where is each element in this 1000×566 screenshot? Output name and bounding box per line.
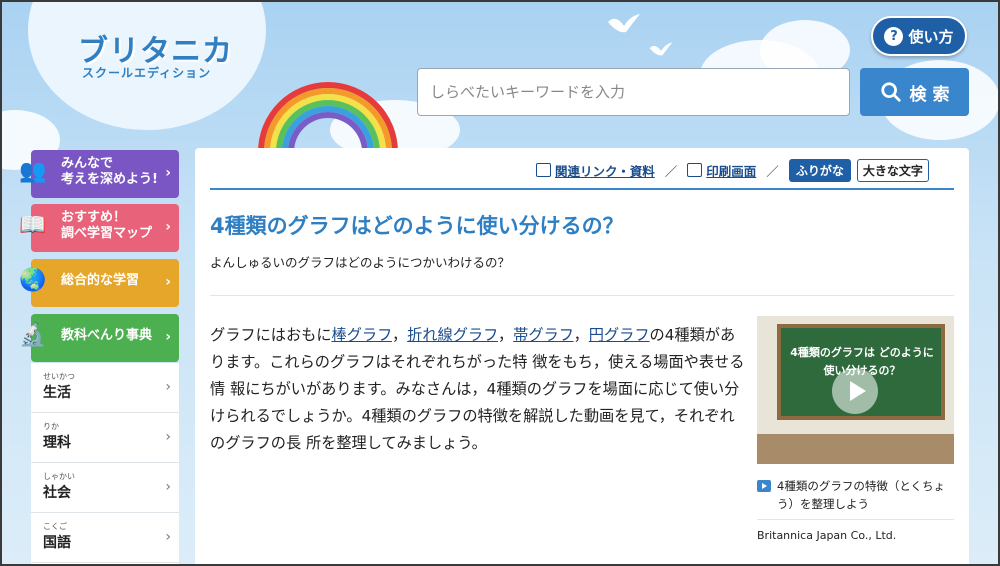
book-icon: 📖 — [19, 213, 47, 238]
sidebar-card-discussion[interactable]: 👥 みんなで 考えを深めよう! › — [19, 150, 179, 198]
article-body: グラフにはおもに棒グラフ，折れ線グラフ，帯グラフ，円グラフの4種類があります。こ… — [210, 326, 745, 452]
video-credit: Britannica Japan Co., Ltd. — [757, 529, 897, 542]
search-icon — [880, 82, 901, 102]
link-line-graph[interactable]: 折れ線グラフ — [407, 326, 498, 344]
search-button[interactable]: 検 索 — [860, 68, 969, 116]
title-divider — [210, 188, 954, 190]
item-ruby: りか — [43, 422, 59, 431]
chevron-right-icon: › — [165, 529, 171, 545]
link-band-graph[interactable]: 帯グラフ — [513, 326, 573, 344]
body-text-intro: グラフにはおもに — [210, 326, 332, 344]
caption-divider — [757, 519, 954, 520]
furigana-toggle[interactable]: ふりがな — [788, 158, 851, 182]
video-player[interactable]: 4種類のグラフは どのように使い分けるの？ — [757, 316, 954, 464]
separator: ／ — [766, 163, 779, 179]
people-icon: 👥 — [19, 159, 47, 184]
globe-icon: 🌏 — [19, 268, 47, 293]
play-icon[interactable] — [832, 368, 878, 414]
item-ruby: しゃかい — [43, 472, 75, 481]
chevron-right-icon: › — [165, 219, 171, 235]
item-ruby: こくご — [43, 522, 67, 531]
separator: ／ — [664, 163, 678, 179]
sidebar-item-science[interactable]: りか 理科 › — [31, 413, 179, 463]
document-icon — [536, 163, 551, 177]
caption-text: 4種類のグラフの特徴（とくちょう）を整理しよう — [777, 479, 945, 512]
sidebar-card-subject-dictionary[interactable]: 🔬 教科べんり事典 › — [19, 314, 179, 362]
article-toolbar: 関連リンク・資料 ／ 印刷画面 ／ ふりがな 大きな文字 — [536, 158, 929, 182]
link-pie-graph[interactable]: 円グラフ — [589, 326, 650, 344]
bird-icon — [606, 12, 642, 47]
card-line2: 調べ学習マップ — [61, 226, 153, 242]
sidebar-item-japanese[interactable]: こくご 国語 › — [31, 513, 179, 563]
sidebar-card-integrated-study[interactable]: 🌏 総合的な学習 › — [19, 259, 179, 307]
bird-icon — [648, 38, 674, 68]
item-label: 生活 — [43, 385, 71, 401]
print-icon — [687, 163, 703, 177]
sidebar-item-life[interactable]: せいかつ 生活 › — [31, 363, 179, 413]
page-title: 4種類のグラフはどのように使い分けるの？ — [210, 214, 624, 238]
item-label: 国語 — [43, 535, 71, 551]
sidebar-card-research-map[interactable]: 📖 おすすめ！ 調べ学習マップ › — [19, 204, 179, 252]
microscope-icon: 🔬 — [19, 323, 47, 348]
search-input[interactable] — [417, 68, 850, 116]
large-text-toggle[interactable]: 大きな文字 — [856, 158, 929, 182]
link-bar-graph[interactable]: 棒グラフ — [332, 326, 392, 344]
related-links-button[interactable]: 関連リンク・資料 — [536, 161, 655, 180]
page-subtitle: よんしゅるいのグラフはどのようにつかいわけるの？ — [210, 255, 511, 270]
chevron-right-icon: › — [165, 274, 171, 290]
video-caption[interactable]: 4種類のグラフの特徴（とくちょう）を整理しよう — [757, 477, 954, 514]
chevron-right-icon: › — [165, 479, 171, 495]
item-label: 社会 — [43, 485, 71, 501]
question-icon: ? — [884, 26, 904, 46]
section-divider — [210, 295, 954, 296]
help-label: 使い方 — [908, 27, 954, 46]
help-button[interactable]: ? 使い方 — [871, 16, 967, 56]
card-line1: みんなで — [61, 156, 114, 171]
item-ruby: せいかつ — [43, 372, 75, 381]
rainbow-decoration — [258, 82, 398, 152]
related-label: 関連リンク・資料 — [555, 163, 655, 179]
logo-subtitle[interactable]: スクールエディション — [82, 64, 211, 81]
card-line1: 教科べんり事典 — [61, 328, 153, 343]
print-label: 印刷画面 — [706, 163, 757, 179]
chevron-right-icon: › — [165, 429, 171, 445]
chevron-right-icon: › — [165, 379, 171, 395]
item-label: 理科 — [43, 435, 71, 451]
print-button[interactable]: 印刷画面 — [687, 161, 756, 180]
card-line1: おすすめ！ — [61, 210, 127, 225]
play-small-icon — [757, 480, 771, 492]
sidebar-item-social[interactable]: しゃかい 社会 › — [31, 463, 179, 513]
search-button-label: 検 索 — [909, 84, 950, 105]
chevron-right-icon: › — [165, 165, 171, 181]
chevron-right-icon: › — [165, 329, 171, 345]
card-line2: 考えを深めよう! — [61, 172, 158, 188]
card-line1: 総合的な学習 — [61, 273, 140, 288]
sidebar-subject-list: せいかつ 生活 › りか 理科 › しゃかい 社会 › こくご 国語 › — [31, 363, 179, 566]
body-text-main: の4種類があります。これらのグラフはそれぞれちがった特 徴をもち，使える場面や表… — [210, 326, 745, 452]
